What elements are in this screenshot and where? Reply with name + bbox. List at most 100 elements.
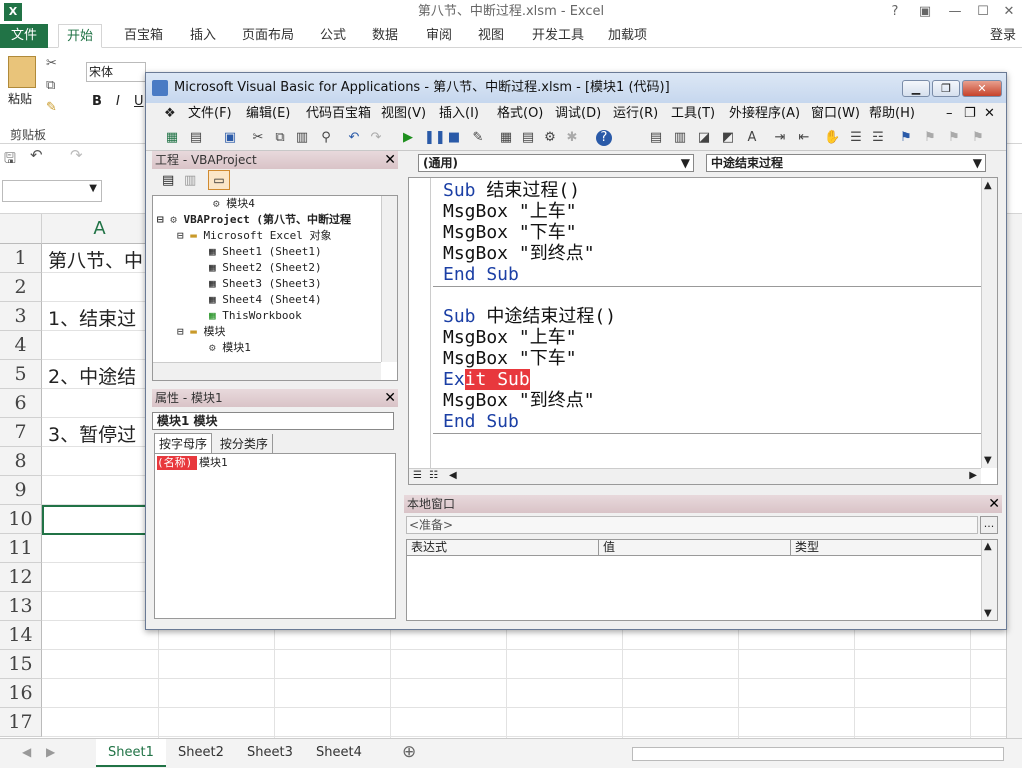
code-line-end-sub1[interactable]: End Sub [443, 264, 519, 285]
toolbox-icon[interactable]: ✱ [564, 130, 580, 146]
tab-file[interactable]: 文件 [0, 24, 48, 48]
clear-bookmarks-icon[interactable]: ⚑ [970, 130, 986, 146]
tab-developer[interactable]: 开发工具 [524, 24, 592, 48]
font-name-box[interactable]: 宋体 [86, 62, 146, 82]
run-icon[interactable]: ▶ [400, 130, 416, 146]
tree-node-sheet3[interactable]: ▦ Sheet3 (Sheet3) [209, 276, 322, 292]
help-button[interactable]: ? [884, 2, 906, 22]
scroll-up-icon[interactable]: ▲ [984, 180, 992, 191]
cut-icon[interactable]: ✂ [46, 56, 57, 71]
sign-in-link[interactable]: 登录 [990, 24, 1016, 48]
underline-button[interactable]: U [134, 94, 144, 109]
outdent-icon[interactable]: ⇤ [796, 130, 812, 146]
row-header[interactable]: 12 [0, 563, 42, 592]
close-button[interactable]: ✕ [998, 2, 1020, 22]
properties-grid[interactable]: (名称) 模块1 [154, 453, 396, 619]
tab-data[interactable]: 数据 [364, 24, 406, 48]
code-line-exit-sub[interactable]: Exit Sub [443, 369, 530, 390]
italic-button[interactable]: I [116, 94, 120, 109]
cell-a3[interactable]: 1、结束过 [48, 304, 136, 331]
row-header[interactable]: 7 [0, 418, 42, 447]
menu-tools[interactable]: 工具(T) [671, 103, 715, 125]
code-line[interactable]: MsgBox "下车" [443, 348, 577, 369]
vbe-close-button[interactable]: ✕ [962, 80, 1002, 97]
menu-run[interactable]: 运行(R) [613, 103, 658, 125]
menu-insert[interactable]: 插入(I) [439, 103, 479, 125]
uncomment-block-icon[interactable]: ☲ [870, 130, 886, 146]
paste-icon[interactable] [8, 56, 36, 88]
prev-sheet-icon[interactable]: ◀ [22, 745, 31, 759]
tab-page-layout[interactable]: 页面布局 [234, 24, 302, 48]
horizontal-scrollbar[interactable] [632, 747, 1004, 761]
code-line[interactable]: MsgBox "上车" [443, 327, 577, 348]
list-properties-icon[interactable]: ▤ [648, 130, 664, 146]
tab-alphabetic[interactable]: 按字母序 [154, 433, 213, 454]
help-icon[interactable]: ? [596, 130, 612, 146]
code-hscroll[interactable]: ☰ ☷ ◀ ▶ [409, 468, 981, 484]
object-combo[interactable]: (通用) ▼ [418, 154, 694, 172]
view-excel-icon[interactable]: ▦ [164, 130, 180, 146]
tree-node-vbaproject[interactable]: ⊟ ⚙ VBAProject (第八节、中断过程 [157, 212, 351, 228]
sheet-tab-2[interactable]: Sheet2 [166, 739, 236, 767]
paste-button[interactable]: 粘贴 [8, 90, 32, 107]
prev-bookmark-icon[interactable]: ⚑ [946, 130, 962, 146]
row-header[interactable]: 17 [0, 708, 42, 737]
row-header[interactable]: 13 [0, 592, 42, 621]
cell-a5[interactable]: 2、中途结 [48, 362, 136, 389]
design-mode-icon[interactable]: ✎ [470, 130, 486, 146]
quick-info-icon[interactable]: ◪ [696, 130, 712, 146]
procedure-combo[interactable]: 中途结束过程 ▼ [706, 154, 986, 172]
code-line-sub2[interactable]: Sub 中途结束过程() [443, 306, 616, 327]
tree-node-module4[interactable]: ⚙ 模块4 [213, 196, 255, 212]
tree-node-sheet4[interactable]: ▦ Sheet4 (Sheet4) [209, 292, 322, 308]
paste-icon[interactable]: ▥ [294, 130, 310, 146]
scroll-down-icon[interactable]: ▼ [984, 608, 992, 619]
code-editor[interactable]: Sub 结束过程() MsgBox "上车" MsgBox "下车" MsgBo… [408, 177, 998, 485]
menu-edit[interactable]: 编辑(E) [246, 103, 290, 125]
row-header[interactable]: 5 [0, 360, 42, 389]
row-header[interactable]: 11 [0, 534, 42, 563]
child-restore-button[interactable]: ❐ [964, 103, 976, 125]
sheet-tab-4[interactable]: Sheet4 [304, 739, 374, 767]
tree-node-sheet2[interactable]: ▦ Sheet2 (Sheet2) [209, 260, 322, 276]
tree-node-thisworkbook[interactable]: ▦ ThisWorkbook [209, 308, 302, 324]
close-project-explorer-icon[interactable]: ✕ [384, 151, 396, 169]
locals-grid[interactable]: 表达式 值 类型 ▲ ▼ [406, 539, 998, 621]
locals-vscroll[interactable]: ▲ ▼ [981, 540, 997, 620]
object-browser-icon[interactable]: ⚙ [542, 130, 558, 146]
toggle-bookmark-icon[interactable]: ⚑ [898, 130, 914, 146]
menu-window[interactable]: 窗口(W) [811, 103, 860, 125]
parameter-info-icon[interactable]: ◩ [720, 130, 736, 146]
next-bookmark-icon[interactable]: ⚑ [922, 130, 938, 146]
full-module-view-icon[interactable]: ☷ [429, 470, 438, 481]
row-header[interactable]: 3 [0, 302, 42, 331]
tree-node-modules[interactable]: ⊟ ▬ 模块 [177, 324, 226, 340]
toggle-breakpoint-icon[interactable]: ✋ [824, 130, 840, 146]
tab-baibaoxiang[interactable]: 百宝箱 [116, 24, 171, 48]
tab-view[interactable]: 视图 [470, 24, 512, 48]
insert-module-icon[interactable]: ▤ [188, 130, 204, 146]
format-painter-icon[interactable]: ✎ [46, 100, 57, 115]
locals-col-type[interactable]: 类型 [791, 540, 981, 556]
bold-button[interactable]: B [92, 94, 102, 109]
properties-object-combo[interactable]: 模块1 模块 [152, 412, 394, 430]
menu-format[interactable]: 格式(O) [497, 103, 543, 125]
comment-block-icon[interactable]: ☰ [848, 130, 864, 146]
menu-file[interactable]: 文件(F) [188, 103, 232, 125]
vertical-scrollbar[interactable] [1006, 214, 1022, 738]
name-box[interactable]: ▼ [2, 180, 102, 202]
scroll-up-icon[interactable]: ▲ [984, 541, 992, 552]
undo-icon[interactable]: ↶ [30, 146, 43, 164]
menu-code-toolbox[interactable]: 代码百宝箱 [306, 103, 371, 125]
code-line[interactable]: MsgBox "到终点" [443, 390, 595, 411]
procedure-view-icon[interactable]: ☰ [413, 470, 422, 481]
sheet-tab-3[interactable]: Sheet3 [235, 739, 305, 767]
save-icon[interactable]: 🖫 [4, 148, 16, 172]
code-line[interactable]: MsgBox "下车" [443, 222, 577, 243]
call-stack-button[interactable]: ... [980, 516, 998, 534]
cut-icon[interactable]: ✂ [250, 130, 266, 146]
menu-debug[interactable]: 调试(D) [555, 103, 601, 125]
vbe-minimize-button[interactable]: ▁ [902, 80, 930, 97]
scroll-down-icon[interactable]: ▼ [984, 455, 992, 466]
row-header[interactable]: 9 [0, 476, 42, 505]
